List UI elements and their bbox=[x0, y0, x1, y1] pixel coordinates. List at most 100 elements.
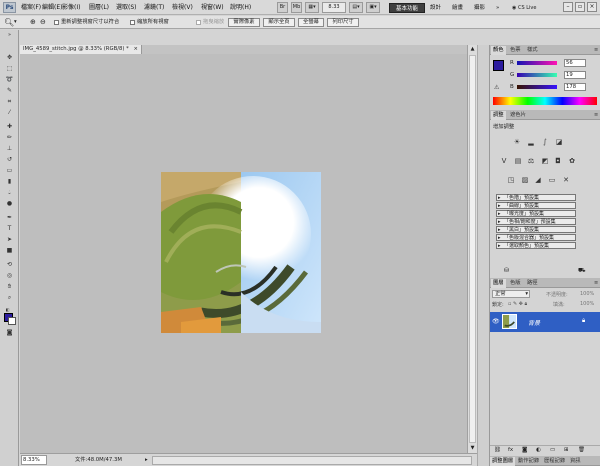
delete-layer-icon[interactable]: 🗑︎ bbox=[578, 447, 585, 453]
layer-row-background[interactable]: 👁︎ 背景 🔒︎ bbox=[490, 312, 600, 332]
marquee-tool-icon[interactable]: ⬚ bbox=[5, 65, 14, 72]
bridge-icon[interactable]: Br bbox=[277, 2, 288, 13]
green-slider[interactable] bbox=[517, 73, 557, 77]
minibridge-icon[interactable]: Mb bbox=[291, 2, 302, 13]
tab-info[interactable]: 資訊 bbox=[568, 457, 583, 466]
zoom-level-field[interactable]: 8.33 bbox=[322, 2, 346, 13]
document-close-icon[interactable]: × bbox=[134, 45, 138, 54]
screen-mode-icon[interactable]: ▣▾ bbox=[366, 2, 380, 13]
tab-masks[interactable]: 遮色片 bbox=[508, 111, 528, 120]
tab-adjustments[interactable]: 調整 bbox=[491, 111, 506, 120]
menu-select[interactable]: 選取(S) bbox=[116, 3, 137, 12]
scroll-up-arrow-icon[interactable]: ▲ bbox=[469, 46, 476, 53]
new-adjustment-icon[interactable]: ◐ bbox=[536, 447, 541, 453]
tab-actions[interactable]: 動作記錄 bbox=[516, 457, 541, 466]
menu-image[interactable]: 影像(I) bbox=[62, 3, 80, 12]
red-value-field[interactable]: 56 bbox=[564, 59, 586, 67]
view-extras-icon[interactable]: ▦▾ bbox=[305, 2, 319, 13]
black-white-icon[interactable]: ◩ bbox=[541, 157, 549, 165]
tab-styles[interactable]: 樣式 bbox=[525, 46, 540, 55]
shape-tool-icon[interactable]: ■ bbox=[5, 247, 14, 254]
preset-black-white[interactable]: 「黑白」預設集 bbox=[496, 226, 576, 233]
3d-rotate-tool-icon[interactable]: ⟲ bbox=[5, 261, 14, 268]
workspace-painting[interactable]: 繪畫 bbox=[452, 3, 463, 13]
print-size-button[interactable]: 列印尺寸 bbox=[327, 18, 359, 27]
scroll-down-arrow-icon[interactable]: ▼ bbox=[469, 445, 476, 452]
arrange-docs-icon[interactable]: ▤▾ bbox=[349, 2, 363, 13]
minimize-button[interactable]: – bbox=[563, 2, 573, 12]
document-image[interactable] bbox=[161, 172, 321, 333]
preset-hue-saturation[interactable]: 「色相/飽和度」預設集 bbox=[496, 218, 576, 225]
zoom-in-icon[interactable]: ⊕ bbox=[30, 18, 36, 27]
posterize-icon[interactable]: ▨ bbox=[521, 176, 529, 184]
fill-screen-button[interactable]: 全螢幕 bbox=[298, 18, 324, 27]
dodge-tool-icon[interactable]: ● bbox=[5, 200, 14, 207]
link-layers-icon[interactable]: ⛓ bbox=[494, 447, 501, 453]
horizontal-scrollbar[interactable] bbox=[152, 456, 472, 465]
actual-pixels-button[interactable]: 實際像素 bbox=[228, 18, 260, 27]
zoom-tool-icon[interactable]: ⌕ bbox=[5, 294, 14, 301]
gradient-tool-icon[interactable]: ▮ bbox=[5, 178, 14, 185]
default-colors-icon[interactable]: ◧ bbox=[3, 306, 12, 313]
tab-color[interactable]: 顏色 bbox=[491, 46, 506, 55]
background-color-swatch[interactable] bbox=[8, 317, 16, 325]
menu-view[interactable]: 檢視(V) bbox=[172, 3, 193, 12]
green-value-field[interactable]: 19 bbox=[564, 71, 586, 79]
preset-curves[interactable]: 「曲線」預設集 bbox=[496, 202, 576, 209]
tab-adjustment-layers[interactable]: 調整圖層 bbox=[490, 457, 516, 466]
layer-visibility-eye-icon[interactable]: 👁︎ bbox=[492, 318, 500, 325]
threshold-icon[interactable]: ◢ bbox=[534, 176, 542, 184]
exposure-icon[interactable]: ◪ bbox=[555, 138, 563, 146]
zoom-all-checkbox[interactable] bbox=[130, 20, 135, 25]
brush-tool-icon[interactable]: ✏ bbox=[5, 134, 14, 141]
workspace-photography[interactable]: 攝影 bbox=[474, 3, 485, 13]
opacity-value[interactable]: 100% bbox=[580, 291, 594, 297]
lasso-tool-icon[interactable]: ➰ bbox=[5, 76, 14, 83]
panel-menu-icon[interactable]: ≡ bbox=[592, 46, 600, 55]
adjustment-clip-icon[interactable]: ⛁ bbox=[504, 267, 509, 274]
menu-filter[interactable]: 濾鏡(T) bbox=[144, 3, 164, 12]
zoom-out-icon[interactable]: ⊖ bbox=[40, 18, 46, 27]
invert-icon[interactable]: ◳ bbox=[507, 176, 515, 184]
gamut-warning-icon[interactable]: ⚠ bbox=[494, 84, 499, 91]
photo-filter-icon[interactable]: ◘ bbox=[554, 157, 562, 165]
tab-history[interactable]: 歷程記錄 bbox=[542, 457, 567, 466]
new-layer-icon[interactable]: ⊞ bbox=[564, 447, 569, 453]
layer-mask-icon[interactable]: ◙ bbox=[522, 447, 527, 453]
channel-mixer-icon[interactable]: ✿ bbox=[568, 157, 576, 165]
panel-collapse-icon[interactable]: » bbox=[5, 32, 14, 39]
quick-mask-icon[interactable]: ◙ bbox=[5, 329, 14, 336]
color-spectrum-ramp[interactable] bbox=[493, 97, 597, 105]
close-button[interactable]: × bbox=[587, 2, 597, 12]
brightness-contrast-icon[interactable]: ☀ bbox=[513, 138, 521, 146]
eyedropper-tool-icon[interactable]: ⁄ bbox=[5, 109, 14, 116]
resize-windows-checkbox[interactable] bbox=[54, 20, 59, 25]
clone-stamp-tool-icon[interactable]: ⊥ bbox=[5, 145, 14, 152]
vibrance-icon[interactable]: V bbox=[500, 157, 508, 165]
status-menu-icon[interactable]: ▸ bbox=[145, 456, 148, 464]
preset-exposure[interactable]: 「曝光度」預設集 bbox=[496, 210, 576, 217]
type-tool-icon[interactable]: T bbox=[5, 225, 14, 232]
cs-live-button[interactable]: ◉ CS Live bbox=[512, 3, 536, 13]
hue-saturation-icon[interactable]: ▤ bbox=[514, 157, 522, 165]
preset-selective-color[interactable]: 「選取顏色」預設集 bbox=[496, 242, 576, 249]
color-balance-icon[interactable]: ⚖ bbox=[527, 157, 535, 165]
menu-layer[interactable]: 圖層(L) bbox=[89, 3, 109, 12]
blue-slider[interactable] bbox=[517, 85, 557, 89]
menu-window[interactable]: 視窗(W) bbox=[201, 3, 224, 12]
gradient-map-icon[interactable]: ▭ bbox=[548, 176, 556, 184]
scrollbar-thumb[interactable] bbox=[469, 55, 476, 443]
preset-levels[interactable]: 「色階」預設集 bbox=[496, 194, 576, 201]
curves-icon[interactable]: ∫ bbox=[541, 138, 549, 146]
adjustment-delete-icon[interactable]: ⛟ bbox=[578, 267, 586, 275]
vertical-scrollbar[interactable]: ▲ ▼ bbox=[467, 45, 477, 453]
eraser-tool-icon[interactable]: ▭ bbox=[5, 167, 14, 174]
workspace-essentials[interactable]: 基本功能 bbox=[389, 3, 425, 13]
lock-icons[interactable]: ▫ ✎ ✥ 🔒︎ bbox=[508, 301, 527, 307]
fit-screen-button[interactable]: 顯示全頁 bbox=[263, 18, 295, 27]
menu-edit[interactable]: 編輯(E) bbox=[42, 3, 62, 12]
selective-color-icon[interactable]: ✕ bbox=[562, 176, 570, 184]
scrubby-zoom-checkbox[interactable] bbox=[196, 20, 201, 25]
red-slider[interactable] bbox=[517, 61, 557, 65]
tool-preset-dropdown-icon[interactable]: ▾ bbox=[14, 18, 17, 27]
